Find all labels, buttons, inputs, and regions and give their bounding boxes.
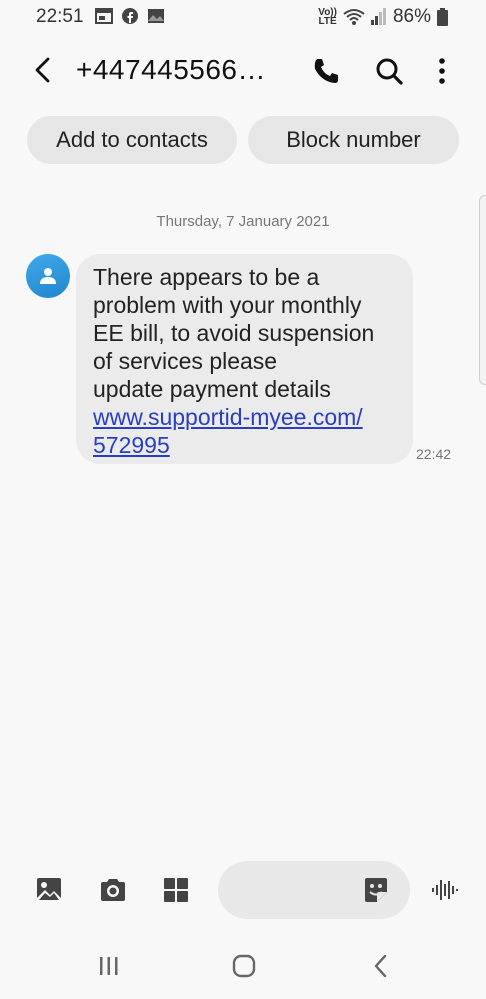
- contact-avatar[interactable]: [26, 254, 70, 298]
- back-icon[interactable]: [366, 951, 396, 981]
- apps-grid-icon[interactable]: [161, 875, 191, 905]
- contact-title[interactable]: +447445566…: [76, 54, 266, 86]
- voice-icon[interactable]: [430, 876, 458, 904]
- add-to-contacts-button[interactable]: Add to contacts: [27, 116, 237, 164]
- camera-icon[interactable]: [98, 875, 128, 905]
- recent-apps-icon[interactable]: [94, 951, 124, 981]
- message-input[interactable]: [218, 861, 410, 919]
- battery-icon: [437, 8, 448, 26]
- wifi-icon: [343, 9, 365, 25]
- home-icon[interactable]: [229, 951, 259, 981]
- message-timestamp: 22:42: [416, 446, 452, 462]
- signal-icon: [370, 8, 386, 25]
- back-arrow-icon[interactable]: [28, 54, 60, 86]
- battery-percent: 86%: [392, 6, 431, 27]
- system-navigation-bar: [0, 935, 486, 995]
- search-icon[interactable]: [373, 55, 405, 87]
- gallery-icon[interactable]: [34, 875, 64, 905]
- calendar-icon: [95, 8, 113, 24]
- block-number-button[interactable]: Block number: [248, 116, 459, 164]
- more-options-icon[interactable]: [430, 55, 454, 87]
- message-link[interactable]: www.supportid-myee.com/ 572995: [93, 403, 397, 459]
- photos-icon: [148, 9, 164, 23]
- message-text: There appears to be a problem with your …: [93, 264, 375, 402]
- message-composer: [0, 858, 486, 922]
- date-separator: Thursday, 7 January 2021: [156, 213, 330, 230]
- status-time: 22:51: [36, 6, 84, 27]
- call-icon[interactable]: [310, 55, 342, 87]
- message-bubble[interactable]: There appears to be a problem with your …: [76, 254, 413, 464]
- person-icon: [40, 268, 56, 284]
- volte-icon: Vo)) LTE: [318, 7, 337, 27]
- system-icons: Vo)) LTE 86%: [318, 6, 448, 28]
- facebook-icon: [122, 8, 138, 24]
- notification-icons: [95, 8, 165, 24]
- status-bar: 22:51 Vo)) LTE 86%: [0, 0, 486, 34]
- conversation-header: +447445566…: [0, 40, 486, 102]
- sticker-icon[interactable]: [362, 876, 390, 904]
